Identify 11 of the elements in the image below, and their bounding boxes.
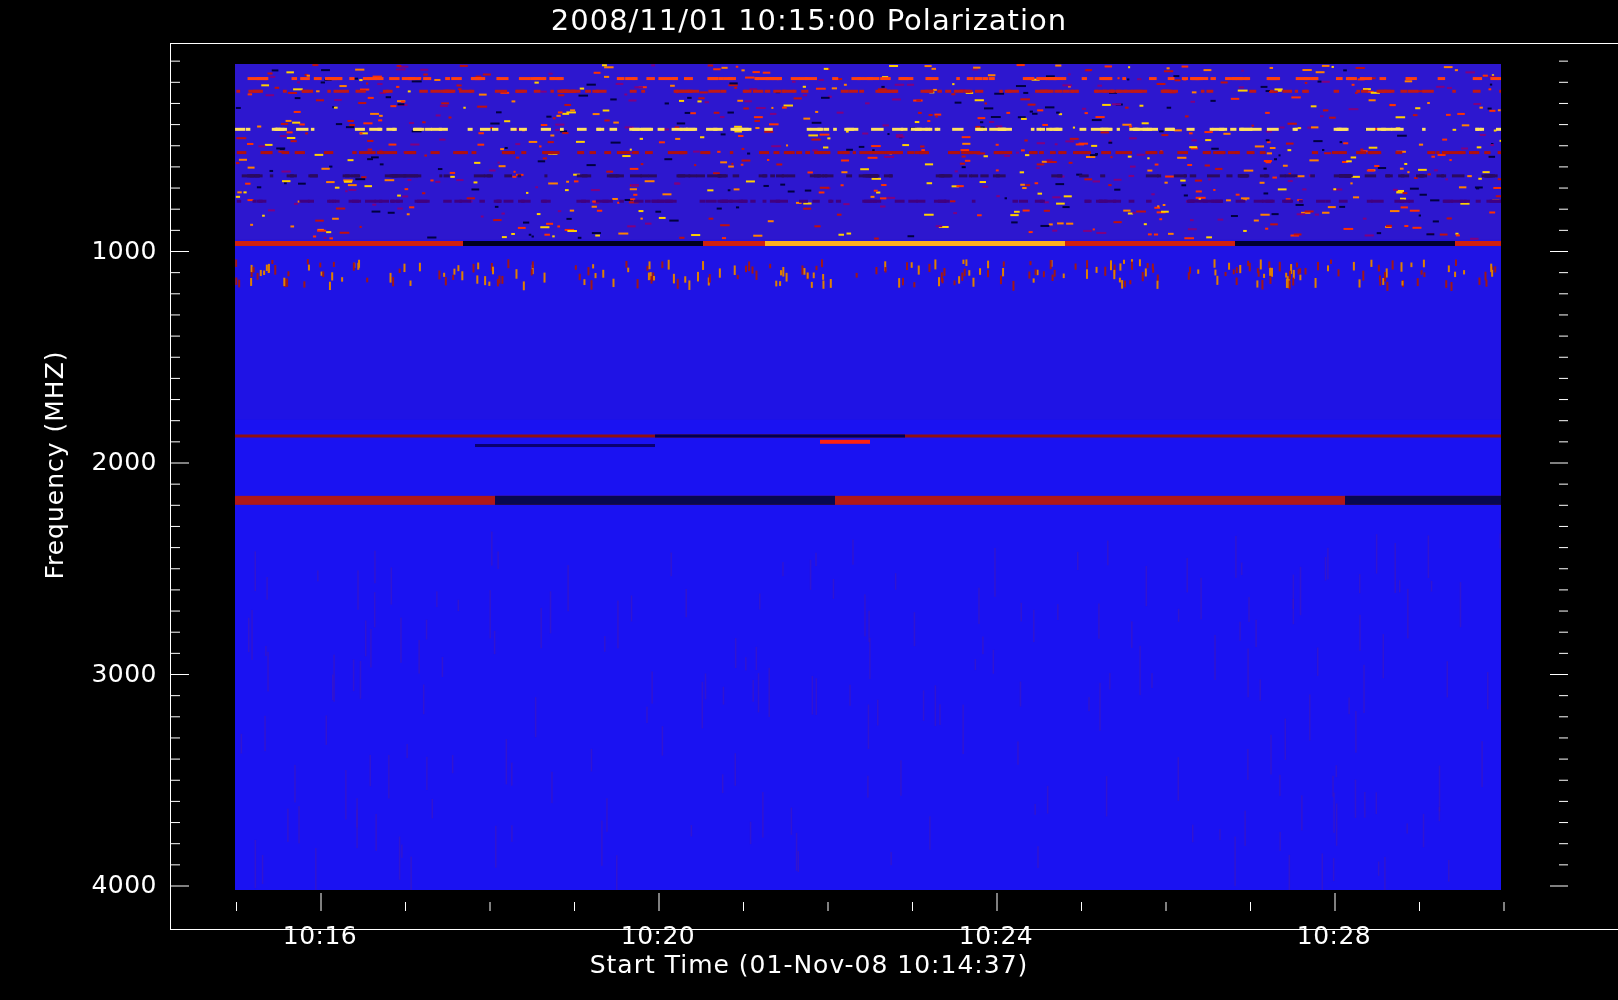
y-tick-label: 1000 bbox=[91, 235, 157, 266]
x-tick-label: 10:28 bbox=[1296, 921, 1372, 951]
y-axis-label: Frequency (MHZ) bbox=[40, 350, 70, 580]
x-tick-label: 10:20 bbox=[620, 921, 696, 951]
y-tick-label: 2000 bbox=[91, 447, 157, 477]
y-tick-label: 4000 bbox=[91, 870, 157, 900]
x-tick-label: 10:24 bbox=[958, 921, 1034, 951]
plot-title: 2008/11/01 10:15:00 Polarization bbox=[549, 2, 1069, 38]
x-axis-label: Start Time (01-Nov-08 10:14:37) bbox=[589, 950, 1029, 980]
y-tick-label: 3000 bbox=[91, 658, 157, 689]
x-tick-label: 10:16 bbox=[282, 921, 358, 951]
